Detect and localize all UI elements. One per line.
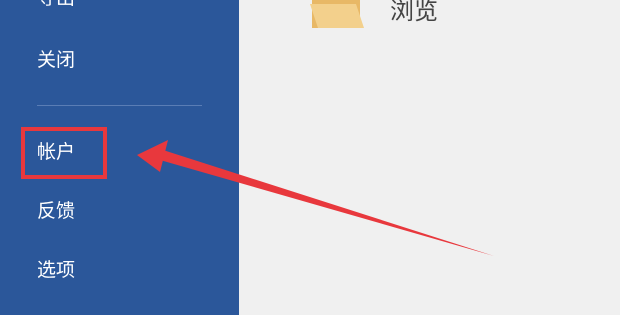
browse-label[interactable]: 浏览	[390, 0, 438, 26]
sidebar-item-close[interactable]: 关闭	[37, 48, 75, 72]
sidebar-item-feedback[interactable]: 反馈	[37, 199, 75, 223]
sidebar-divider	[37, 105, 202, 106]
sidebar-item-export[interactable]: 导出	[37, 0, 75, 10]
annotation-highlight-box	[21, 127, 107, 179]
folder-icon[interactable]	[310, 0, 364, 28]
main-content	[239, 0, 620, 315]
sidebar-item-options[interactable]: 选项	[37, 258, 75, 282]
